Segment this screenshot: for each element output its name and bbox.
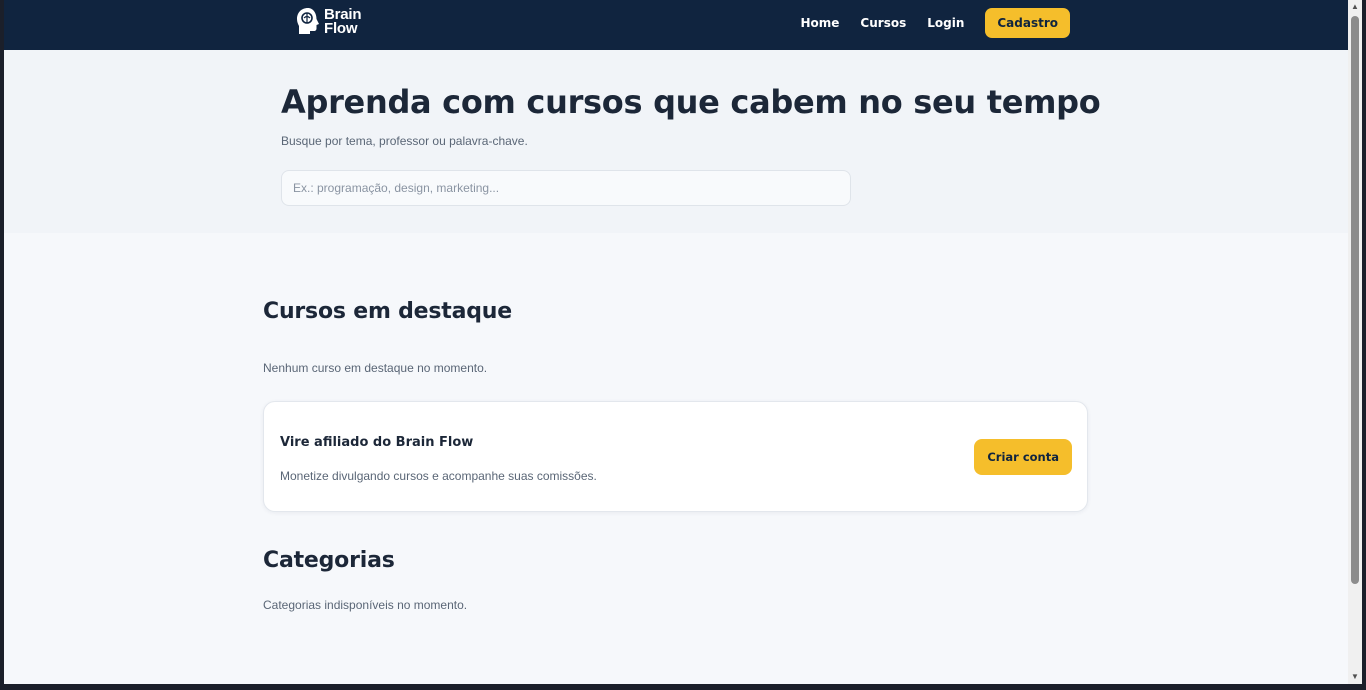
scroll-down-arrow-icon[interactable]: ▼: [1348, 670, 1362, 684]
scroll-up-arrow-icon[interactable]: ▲: [1348, 0, 1362, 14]
featured-empty-message: Nenhum curso em destaque no momento.: [263, 361, 488, 375]
affiliate-description: Monetize divulgando cursos e acompanhe s…: [280, 469, 597, 483]
hero-title: Aprenda com cursos que cabem no seu temp…: [281, 83, 1101, 121]
vertical-scrollbar[interactable]: ▲ ▼: [1348, 0, 1362, 684]
signup-button[interactable]: Cadastro: [985, 8, 1070, 38]
page-viewport: Brain Flow Home Cursos Login Cadastro Ap…: [4, 0, 1348, 684]
main-nav: Home Cursos Login Cadastro: [779, 8, 1070, 38]
search-input[interactable]: [281, 170, 851, 206]
create-account-button[interactable]: Criar conta: [974, 439, 1072, 475]
categories-empty-message: Categorias indisponíveis no momento.: [263, 598, 468, 612]
logo-text-line2: Flow: [324, 20, 358, 37]
nav-link-cursos[interactable]: Cursos: [860, 16, 906, 30]
featured-section-title: Cursos em destaque: [263, 299, 512, 324]
affiliate-title: Vire afiliado do Brain Flow: [280, 435, 474, 450]
logo-wordmark: Brain Flow: [324, 7, 362, 37]
top-navbar: Brain Flow Home Cursos Login Cadastro: [4, 0, 1348, 50]
hero-section: Aprenda com cursos que cabem no seu temp…: [4, 50, 1348, 233]
scrollbar-thumb[interactable]: [1351, 16, 1359, 584]
nav-link-home[interactable]: Home: [800, 16, 839, 30]
hero-subtitle: Busque por tema, professor ou palavra-ch…: [281, 134, 528, 148]
categories-section-title: Categorias: [263, 548, 395, 573]
brain-head-icon: [297, 8, 319, 34]
affiliate-card: Vire afiliado do Brain Flow Monetize div…: [263, 401, 1088, 512]
nav-link-login[interactable]: Login: [927, 16, 964, 30]
brand-logo[interactable]: Brain Flow: [294, 5, 362, 39]
